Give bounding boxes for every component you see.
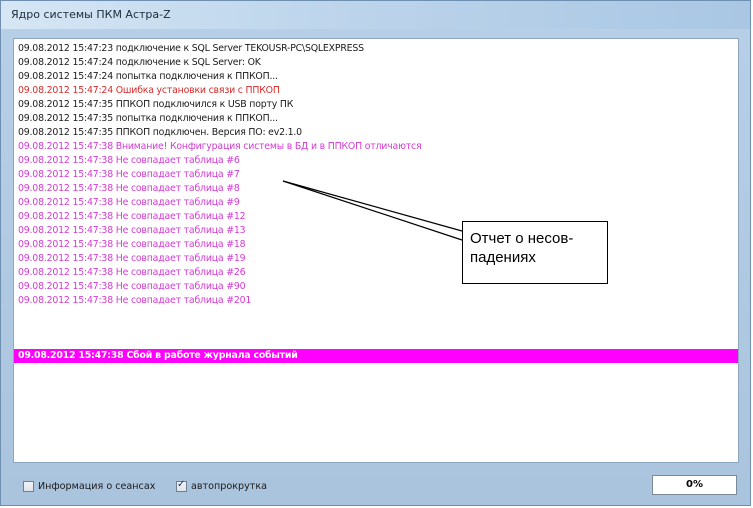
log-line[interactable]: 09.08.2012 15:47:38 Не совпадает таблица… xyxy=(18,196,240,210)
log-line[interactable]: 09.08.2012 15:47:38 Не совпадает таблица… xyxy=(18,238,246,252)
event-log-list[interactable]: 09.08.2012 15:47:23 подключение к SQL Se… xyxy=(13,38,739,463)
log-line-selected[interactable]: 09.08.2012 15:47:38 Сбой в работе журнал… xyxy=(14,349,738,363)
log-line[interactable]: 09.08.2012 15:47:38 Не совпадает таблица… xyxy=(18,294,251,308)
log-line[interactable]: 09.08.2012 15:47:35 ППКОП подключился к … xyxy=(18,98,293,112)
log-line[interactable]: 09.08.2012 15:47:35 попытка подключения … xyxy=(18,112,278,126)
log-line[interactable]: 09.08.2012 15:47:38 Не совпадает таблица… xyxy=(18,280,246,294)
app-window: Ядро системы ПКМ Астра-Z 09.08.2012 15:4… xyxy=(0,0,751,506)
log-line[interactable]: 09.08.2012 15:47:38 Не совпадает таблица… xyxy=(18,224,246,238)
window-title: Ядро системы ПКМ Астра-Z xyxy=(11,8,171,21)
annotation-callout: Отчет о несов- падениях xyxy=(462,221,608,284)
progress-indicator: 0% xyxy=(652,475,737,495)
log-line[interactable]: 09.08.2012 15:47:38 Не совпадает таблица… xyxy=(18,154,240,168)
autoscroll-checkbox[interactable] xyxy=(176,479,187,492)
title-bar[interactable]: Ядро системы ПКМ Астра-Z xyxy=(1,1,750,29)
log-line[interactable]: 09.08.2012 15:47:38 Не совпадает таблица… xyxy=(18,210,246,224)
log-line[interactable]: 09.08.2012 15:47:38 Внимание! Конфигурац… xyxy=(18,140,422,154)
log-line[interactable]: 09.08.2012 15:47:38 Не совпадает таблица… xyxy=(18,182,240,196)
autoscroll-label[interactable]: автопрокрутка xyxy=(191,481,267,492)
session-info-toggle[interactable]: Информация о сеансах xyxy=(23,478,155,494)
log-line[interactable]: 09.08.2012 15:47:35 ППКОП подключен. Вер… xyxy=(18,126,302,140)
log-line[interactable]: 09.08.2012 15:47:38 Не совпадает таблица… xyxy=(18,252,246,266)
log-line[interactable]: 09.08.2012 15:47:24 Ошибка установки свя… xyxy=(18,84,280,98)
log-line[interactable]: 09.08.2012 15:47:24 подключение к SQL Se… xyxy=(18,56,261,70)
session-info-label[interactable]: Информация о сеансах xyxy=(38,481,155,492)
log-line[interactable]: 09.08.2012 15:47:38 Не совпадает таблица… xyxy=(18,266,246,280)
log-line[interactable]: 09.08.2012 15:47:24 попытка подключения … xyxy=(18,70,278,84)
log-line[interactable]: 09.08.2012 15:47:38 Не совпадает таблица… xyxy=(18,168,240,182)
log-line[interactable]: 09.08.2012 15:47:23 подключение к SQL Se… xyxy=(18,42,364,56)
status-bar: Информация о сеансах автопрокрутка 0% xyxy=(13,473,739,499)
autoscroll-toggle[interactable]: автопрокрутка xyxy=(176,478,267,494)
session-info-checkbox[interactable] xyxy=(23,480,34,492)
